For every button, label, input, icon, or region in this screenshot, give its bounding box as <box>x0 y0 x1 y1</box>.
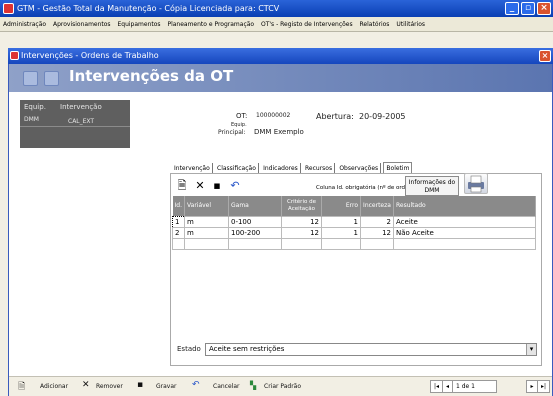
app-icon <box>3 3 14 14</box>
results-grid: Id. Variável Gama Critério de Aceitação … <box>172 196 536 250</box>
required-column-hint: Coluna Id. obrigatória (nº de ordem) <box>316 185 416 191</box>
cancel-icon[interactable]: ↶ <box>192 380 200 390</box>
status-label: Estado <box>177 345 201 353</box>
header-square-icon <box>23 71 38 86</box>
chevron-down-icon[interactable]: ▾ <box>526 344 536 355</box>
save-icon[interactable]: ▪ <box>137 380 143 390</box>
cell-variavel[interactable]: m <box>184 215 229 228</box>
info-button-line1: Informações do <box>408 179 456 186</box>
save-icon[interactable]: ▪ <box>211 180 223 192</box>
list-header-intervencao: Intervenção <box>60 103 102 111</box>
new-doc-icon[interactable]: 🗎 <box>176 180 188 192</box>
menu-item-utilitarios[interactable]: Utilitários <box>396 21 425 28</box>
save-button[interactable]: Gravar <box>156 382 177 392</box>
window-icon <box>10 51 19 60</box>
abertura-value: 20-09-2005 <box>359 112 406 121</box>
cell-variavel[interactable]: m <box>184 226 229 239</box>
col-gama: Gama <box>228 196 282 216</box>
equip-value: DMM Exemplo <box>254 128 304 136</box>
cell-gama[interactable]: 100-200 <box>228 226 282 239</box>
printer-icon[interactable] <box>464 173 488 194</box>
window-title: Intervenções - Ordens de Trabalho <box>21 51 159 60</box>
table-row[interactable]: 2 m 100-200 12 1 12 Não Aceite <box>172 226 536 239</box>
menu-item-equipamentos[interactable]: Equipamentos <box>117 21 160 28</box>
cancel-button[interactable]: Cancelar <box>213 382 239 392</box>
info-dmm-button[interactable]: Informações do DMM <box>405 176 459 196</box>
undo-icon[interactable]: ↶ <box>229 180 241 192</box>
menu-item-relatorios[interactable]: Relatórios <box>360 21 390 28</box>
list-cell-intervencao[interactable]: CAL_EXT <box>68 118 94 125</box>
close-window-icon[interactable]: × <box>539 50 551 62</box>
list-cell-equip[interactable]: DMM <box>24 116 39 123</box>
record-counter: 1 de 1 <box>452 380 497 393</box>
list-header-equip: Equip. <box>24 103 46 111</box>
maximize-icon[interactable]: ▫ <box>521 2 535 15</box>
last-record-icon[interactable]: ▸| <box>537 380 550 393</box>
cell-erro[interactable]: 1 <box>321 226 361 239</box>
remove-button[interactable]: Remover <box>96 382 123 392</box>
cell-resultado[interactable]: Não Aceite <box>393 226 536 239</box>
cell-gama[interactable]: 0-100 <box>228 215 282 228</box>
list-divider <box>20 126 130 127</box>
col-erro: Erro <box>321 196 361 216</box>
cell-incerteza[interactable]: 12 <box>360 226 394 239</box>
cell-id[interactable]: 1 <box>172 215 185 228</box>
add-button[interactable]: Adicionar <box>40 382 68 392</box>
col-id: Id. <box>172 196 185 216</box>
table-row-empty[interactable] <box>172 237 536 250</box>
equip-label-top: Equip. <box>231 122 247 128</box>
abertura-label: Abertura: <box>316 112 354 121</box>
child-title-bar: Intervenções - Ordens de Trabalho × <box>8 48 553 64</box>
col-incerteza: Incerteza <box>360 196 394 216</box>
close-app-icon[interactable]: × <box>537 2 551 15</box>
page-title: Intervenções da OT <box>69 67 234 85</box>
new-record-icon[interactable]: 🗎 <box>18 382 25 392</box>
app-title-bar: GTM - Gestão Total da Manutenção - Cópia… <box>0 0 553 17</box>
cell-criterio[interactable]: 12 <box>281 215 322 228</box>
pattern-icon[interactable]: ▚ <box>250 381 256 391</box>
cell-erro[interactable]: 1 <box>321 215 361 228</box>
status-row: Estado Aceite sem restrições ▾ <box>177 343 537 356</box>
status-value: Aceite sem restrições <box>209 345 285 353</box>
bottom-toolbar: 🗎 Adicionar ✕ Remover ▪ Gravar ↶ Cancela… <box>9 376 552 396</box>
col-resultado: Resultado <box>393 196 536 216</box>
cell-criterio[interactable]: 12 <box>281 226 322 239</box>
header-square-icon <box>44 71 59 86</box>
cell-resultado[interactable]: Aceite <box>393 215 536 228</box>
menu-item-administracao[interactable]: Administração <box>3 21 46 28</box>
intervention-list: Equip. Intervenção DMM CAL_EXT <box>20 100 130 148</box>
menu-item-planeamento[interactable]: Planeamento e Programação <box>167 21 254 28</box>
header-band: Intervenções da OT <box>9 64 552 92</box>
info-button-line2: DMM <box>424 187 440 194</box>
ot-label: OT: <box>236 112 248 120</box>
menu-item-ots[interactable]: OT's - Registo de Intervenções <box>261 21 353 28</box>
create-pattern-button[interactable]: Criar Padrão <box>264 382 301 392</box>
status-select[interactable]: Aceite sem restrições ▾ <box>205 343 537 356</box>
col-variavel: Variável <box>184 196 229 216</box>
delete-icon[interactable]: ✕ <box>194 180 206 192</box>
app-title: GTM - Gestão Total da Manutenção - Cópia… <box>17 4 280 13</box>
col-criterio: Critério de Aceitação <box>281 196 322 216</box>
equip-label-bottom: Principal: <box>218 129 246 136</box>
cell-incerteza[interactable]: 2 <box>360 215 394 228</box>
remove-icon[interactable]: ✕ <box>82 380 90 390</box>
menu-bar: Administração Aprovisionamentos Equipame… <box>0 17 553 32</box>
ot-value: 100000002 <box>256 112 291 119</box>
minimize-icon[interactable]: _ <box>505 2 519 15</box>
cell-id[interactable]: 2 <box>172 226 185 239</box>
table-row[interactable]: 1 m 0-100 12 1 2 Aceite <box>172 215 536 228</box>
menu-item-aprovisionamentos[interactable]: Aprovisionamentos <box>53 21 111 28</box>
